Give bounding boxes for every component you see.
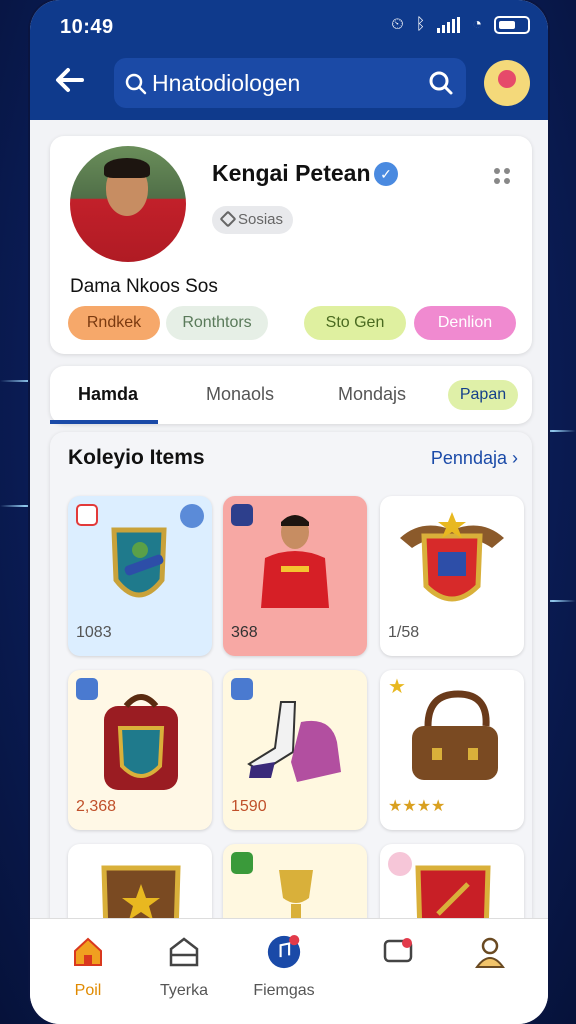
collection-item[interactable]: ★ ★★★★ xyxy=(380,670,524,830)
tab-papan[interactable]: Papan xyxy=(448,380,518,410)
collection-item[interactable]: 1/58 xyxy=(380,496,524,656)
alarm-icon: ⏲ xyxy=(391,16,404,33)
active-tab-indicator xyxy=(50,420,158,424)
item-value: 368 xyxy=(231,624,258,641)
nav-home-label: Poil xyxy=(74,982,102,999)
profile-card: Kengai Petean ✓ Sosias Dama Nkoos Sos Rn… xyxy=(50,136,532,354)
chip-ronthtors[interactable]: Ronthtors xyxy=(166,306,268,340)
profile-badge[interactable]: Sosias xyxy=(212,206,294,234)
tab-hamda[interactable]: Hamda xyxy=(78,384,138,405)
see-all-label: Penndaja xyxy=(430,448,507,468)
bag-icon xyxy=(412,690,498,780)
wifi-icon: ◔ xyxy=(472,16,482,33)
collection-title: Koleyio Items xyxy=(68,446,205,469)
tab-monaols[interactable]: Monaols xyxy=(206,384,274,405)
collection-item[interactable]: 2,368 xyxy=(68,670,212,830)
item-value: 2,368 xyxy=(76,798,117,815)
crest-badge-icon xyxy=(400,512,504,602)
search-bar[interactable]: Hnatodiologen xyxy=(114,58,466,108)
tab-mondajs[interactable]: Mondajs xyxy=(338,384,406,405)
chevron-right-icon: › xyxy=(512,448,518,468)
edit-icon xyxy=(219,210,237,228)
battery-icon xyxy=(494,16,530,34)
nav-messages[interactable] xyxy=(348,935,448,974)
music-icon xyxy=(267,935,301,969)
tab-bar: Hamda Monaols Mondajs Papan xyxy=(50,366,532,424)
chat-icon xyxy=(383,938,413,963)
profile-subname: Dama Nkoos Sos xyxy=(70,276,218,297)
app-header: 10:49 ⏲ ᛒ ◔ Hnatodiologen xyxy=(30,0,548,120)
phone-screen: 10:49 ⏲ ᛒ ◔ Hnatodiologen Kengai Petean … xyxy=(30,0,548,1024)
nav-profile[interactable] xyxy=(440,935,540,974)
collection-section: Koleyio Items Penndaja › 1083 368 1/58 2… xyxy=(50,432,532,1004)
search-icon xyxy=(124,72,148,101)
nav-fiemgas-label: Fiemgas xyxy=(253,982,315,999)
backpack-icon xyxy=(104,694,178,790)
collection-header: Koleyio Items Penndaja › xyxy=(50,432,532,484)
player-figure xyxy=(261,515,329,608)
profile-badge-label: Sosias xyxy=(238,211,284,228)
profile-name: Kengai Petean xyxy=(212,160,371,186)
avatar-hair xyxy=(104,158,150,178)
item-value: 1590 xyxy=(231,798,267,815)
collection-item[interactable]: 1083 xyxy=(68,496,212,656)
chip-rndkek[interactable]: Rndkek xyxy=(68,306,160,340)
avatar[interactable] xyxy=(70,146,186,262)
bottom-navigation: Poil Tyerka Fiemgas xyxy=(30,918,548,1024)
item-value: 1/58 xyxy=(388,624,420,641)
nav-home[interactable]: Poil xyxy=(38,935,138,1000)
see-all-link[interactable]: Penndaja › xyxy=(431,448,518,469)
home-icon xyxy=(74,937,102,966)
more-options-icon[interactable] xyxy=(492,166,512,186)
verified-icon: ✓ xyxy=(374,162,398,186)
status-bar: 10:49 ⏲ ᛒ ◔ xyxy=(30,12,548,42)
status-time: 10:49 xyxy=(60,16,114,38)
chip-sto-gen[interactable]: Sto Gen xyxy=(304,306,406,340)
nav-tyerka-label: Tyerka xyxy=(159,982,208,999)
signal-icon xyxy=(437,17,461,33)
bluetooth-icon: ᛒ xyxy=(415,16,426,33)
search-input[interactable]: Hnatodiologen xyxy=(152,70,300,97)
chip-denlion[interactable]: Denlion xyxy=(414,306,516,340)
back-arrow-icon[interactable] xyxy=(52,62,88,98)
item-value: 1083 xyxy=(76,624,112,641)
profile-menu-button[interactable] xyxy=(484,60,530,106)
status-icons: ⏲ ᛒ ◔ xyxy=(391,16,530,34)
search-submit-icon[interactable] xyxy=(428,70,454,101)
user-icon xyxy=(475,937,505,968)
store-icon xyxy=(169,937,199,967)
collection-item[interactable]: 1590 xyxy=(223,670,367,830)
nav-tyerka[interactable]: Tyerka xyxy=(134,935,234,1000)
nav-fiemgas[interactable]: Fiemgas xyxy=(234,935,334,1000)
boots-icon xyxy=(247,701,341,782)
collection-item[interactable]: 368 xyxy=(223,496,367,656)
item-rating: ★★★★ xyxy=(388,798,446,815)
shield-trophy-icon xyxy=(111,527,167,598)
